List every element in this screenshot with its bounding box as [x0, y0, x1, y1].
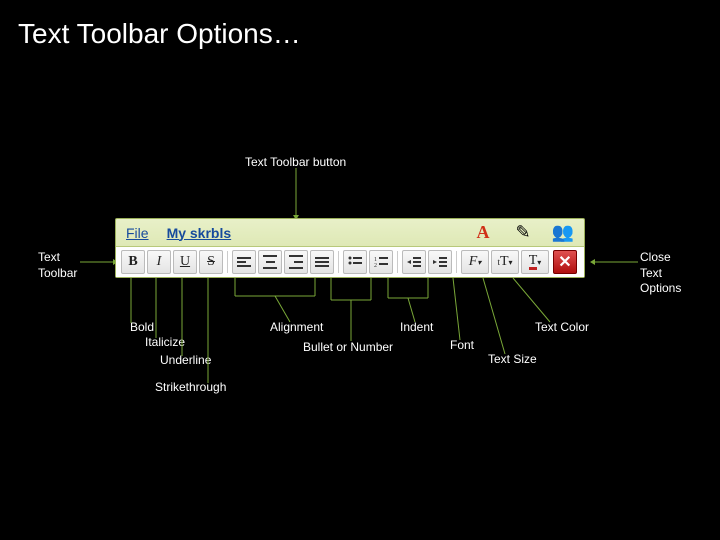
indent-button[interactable]	[428, 250, 452, 274]
callout-font: Font	[450, 338, 474, 354]
align-left-button[interactable]	[232, 250, 256, 274]
text-a-icon[interactable]: A	[472, 222, 494, 244]
text-size-button[interactable]: tT▾	[491, 250, 519, 274]
bullet-list-button[interactable]	[343, 250, 367, 274]
bold-button[interactable]: B	[121, 250, 145, 274]
text-toolbar: File My skrbls A ✎ 👥 B I U S 12 F▾ tT▾ T…	[115, 218, 585, 278]
slide-title: Text Toolbar Options…	[18, 18, 301, 50]
callout-size: Text Size	[488, 352, 537, 368]
svg-text:2: 2	[374, 263, 377, 268]
menu-file[interactable]: File	[126, 225, 149, 241]
callout-indent: Indent	[400, 320, 433, 336]
separator	[397, 251, 398, 273]
callout-toolbar-button: Text Toolbar button	[245, 155, 346, 171]
callout-italic: Italicize	[145, 335, 185, 351]
align-justify-button[interactable]	[310, 250, 334, 274]
italic-button[interactable]: I	[147, 250, 171, 274]
underline-button[interactable]: U	[173, 250, 197, 274]
callout-color: Text Color	[535, 320, 589, 336]
strikethrough-button[interactable]: S	[199, 250, 223, 274]
callout-bullet: Bullet or Number	[303, 340, 393, 356]
outdent-button[interactable]	[402, 250, 426, 274]
separator	[227, 251, 228, 273]
text-color-button[interactable]: T▾	[521, 250, 549, 274]
pencil-icon[interactable]: ✎	[512, 222, 534, 244]
font-button[interactable]: F▾	[461, 250, 489, 274]
callout-alignment: Alignment	[270, 320, 323, 336]
number-list-button[interactable]: 12	[369, 250, 393, 274]
callout-underline: Underline	[160, 353, 211, 369]
menu-myskrbls[interactable]: My skrbls	[167, 225, 232, 241]
align-right-button[interactable]	[284, 250, 308, 274]
separator	[456, 251, 457, 273]
menu-bar: File My skrbls A ✎ 👥	[116, 219, 584, 247]
close-button[interactable]: ✕	[553, 250, 577, 274]
separator	[338, 251, 339, 273]
callout-close-options: Close Text Options	[640, 250, 681, 297]
callout-bold: Bold	[130, 320, 154, 336]
people-icon[interactable]: 👥	[552, 222, 574, 244]
align-center-button[interactable]	[258, 250, 282, 274]
callout-strike: Strikethrough	[155, 380, 226, 396]
formatting-row: B I U S 12 F▾ tT▾ T▾ ✕	[116, 247, 584, 277]
callout-text-toolbar: Text Toolbar	[38, 250, 77, 281]
